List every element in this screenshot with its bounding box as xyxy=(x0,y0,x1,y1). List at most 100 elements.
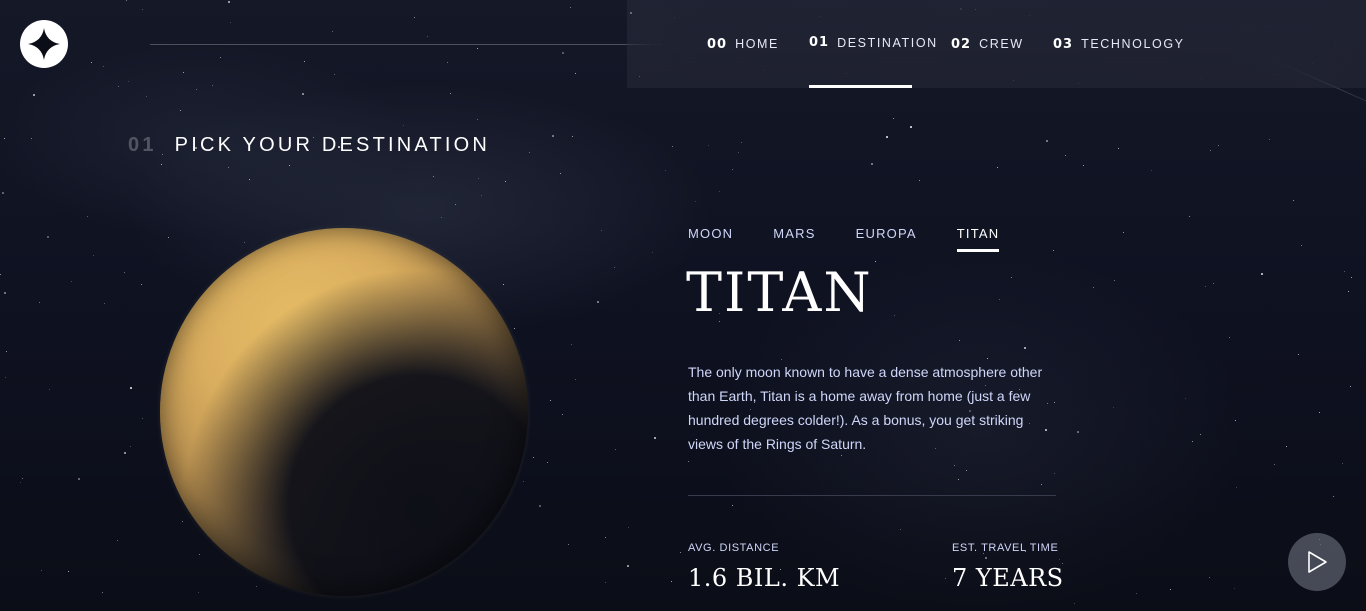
play-button[interactable] xyxy=(1288,533,1346,591)
star-dot xyxy=(39,302,40,303)
star-dot xyxy=(1205,286,1206,287)
section-number: 01 xyxy=(128,134,157,156)
star-dot xyxy=(126,0,127,1)
star-dot xyxy=(161,164,162,165)
stats-divider xyxy=(688,495,1056,496)
star-dot xyxy=(893,118,894,119)
star-dot xyxy=(196,89,197,90)
star-dot xyxy=(1301,245,1302,246)
destination-tabs: MOON MARS EUROPA TITAN xyxy=(688,226,1000,252)
star-dot xyxy=(1189,216,1190,217)
star-dot xyxy=(552,135,554,137)
star-dot xyxy=(289,165,290,166)
star-dot xyxy=(628,527,629,528)
star-dot xyxy=(142,9,143,10)
star-dot xyxy=(256,586,257,587)
star-dot xyxy=(142,418,143,419)
star-dot xyxy=(1229,337,1230,338)
star-dot xyxy=(966,470,967,471)
star-dot xyxy=(49,389,50,390)
star-dot xyxy=(958,479,959,480)
star-dot xyxy=(871,163,873,165)
star-dot xyxy=(117,540,118,541)
star-dot xyxy=(615,449,616,450)
page-title: 01 PICK YOUR DESTINATION xyxy=(128,134,490,157)
star-dot xyxy=(78,478,80,480)
star-dot xyxy=(477,119,478,120)
tab-moon[interactable]: MOON xyxy=(688,226,733,252)
play-icon xyxy=(1308,551,1327,573)
star-dot xyxy=(47,236,49,238)
star-dot xyxy=(875,261,876,262)
star-dot xyxy=(334,74,335,75)
star-dot xyxy=(332,31,333,32)
section-title: PICK YOUR DESTINATION xyxy=(174,134,491,156)
star-dot xyxy=(182,521,183,522)
star-dot xyxy=(447,62,448,63)
travel-time-value: 7 YEARS xyxy=(952,564,1064,592)
star-dot xyxy=(198,592,199,593)
star-dot xyxy=(1209,577,1210,578)
star-dot xyxy=(477,48,478,49)
star-dot xyxy=(568,544,569,545)
star-dot xyxy=(665,170,666,171)
star-dot xyxy=(212,85,213,86)
star-dot xyxy=(533,457,534,458)
nav-item-number: 00 xyxy=(707,36,728,52)
star-dot xyxy=(1274,464,1275,465)
star-dot xyxy=(505,181,506,182)
star-dot xyxy=(562,52,564,54)
star-dot xyxy=(732,169,733,170)
nav-item-number: 01 xyxy=(809,35,830,50)
star-dot xyxy=(199,554,200,555)
star-dot xyxy=(244,242,245,243)
star-dot xyxy=(71,281,72,282)
star-dot xyxy=(1348,291,1349,292)
nav-item-label: DESTINATION xyxy=(837,35,938,50)
star-dot xyxy=(1319,412,1320,413)
star-dot xyxy=(1236,487,1237,488)
nav-item-technology[interactable]: 03 TECHNOLOGY xyxy=(1053,0,1185,88)
star-dot xyxy=(1333,496,1334,497)
star-dot xyxy=(220,57,221,58)
star-dot xyxy=(450,93,451,94)
star-dot xyxy=(2,192,4,194)
star-dot xyxy=(1350,386,1351,387)
star-dot xyxy=(945,578,946,579)
destination-page: 00 HOME 01 DESTINATION 02 CREW 03 TECHNO… xyxy=(0,0,1366,611)
tab-mars[interactable]: MARS xyxy=(773,226,815,252)
star-dot xyxy=(478,178,479,179)
planet-image-titan xyxy=(160,228,528,596)
star-dot xyxy=(228,167,229,168)
star-dot xyxy=(562,414,563,415)
nav-item-label: HOME xyxy=(735,37,779,51)
tab-europa[interactable]: EUROPA xyxy=(856,226,917,252)
star-dot xyxy=(130,446,131,447)
star-dot xyxy=(575,73,576,74)
star-dot xyxy=(671,581,672,582)
star-dot xyxy=(91,62,92,63)
tab-titan[interactable]: TITAN xyxy=(956,226,1000,252)
star-dot xyxy=(560,173,561,174)
star-dot xyxy=(523,481,524,482)
nav-item-label: TECHNOLOGY xyxy=(1081,37,1185,51)
star-dot xyxy=(550,400,551,401)
star-dot xyxy=(124,452,126,454)
star-dot xyxy=(1200,434,1201,435)
star-dot xyxy=(433,176,434,177)
star-dot xyxy=(124,272,125,273)
destination-name: TITAN xyxy=(686,261,873,324)
star-dot xyxy=(1118,148,1119,149)
destination-description: The only moon known to have a dense atmo… xyxy=(688,364,1043,452)
star-dot xyxy=(680,552,681,553)
star-dot xyxy=(4,138,5,139)
star-dot xyxy=(168,237,169,238)
star-dot xyxy=(183,72,184,73)
star-dot xyxy=(22,478,23,479)
nav-item-destination[interactable]: 01 DESTINATION xyxy=(809,0,936,88)
nav-item-home[interactable]: 00 HOME xyxy=(707,0,779,88)
star-dot xyxy=(1293,200,1294,201)
star-dot xyxy=(1210,150,1211,151)
logo[interactable] xyxy=(20,20,68,68)
nav-item-crew[interactable]: 02 CREW xyxy=(951,0,1024,88)
